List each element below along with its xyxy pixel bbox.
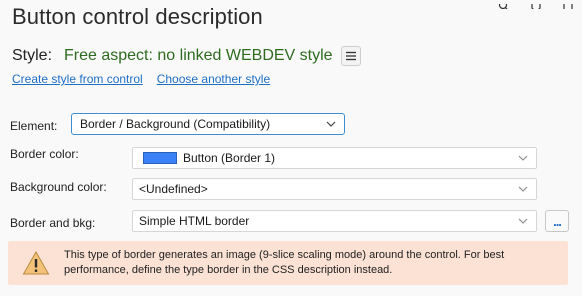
border-bkg-more-button[interactable]: ... [545, 210, 569, 232]
create-style-link[interactable]: Create style from control [12, 72, 143, 86]
warning-text: This type of border generates an image (… [64, 248, 504, 278]
chevron-down-icon [326, 121, 336, 127]
background-color-value: <Undefined> [139, 182, 208, 196]
title-bar-icons [498, 0, 574, 10]
chevron-down-icon [518, 186, 528, 192]
border-bkg-select[interactable]: Simple HTML border [132, 210, 537, 232]
element-label: Element: [10, 119, 58, 133]
search-icon[interactable] [498, 0, 510, 9]
style-row: Style: Free aspect: no linked WEBDEV sty… [12, 46, 361, 66]
element-select-value: Border / Background (Compatibility) [80, 117, 271, 131]
border-color-value: Button (Border 1) [183, 151, 276, 165]
warning-line-1: This type of border generates an image (… [64, 249, 505, 261]
style-label: Style: [12, 47, 53, 64]
page-icon[interactable] [562, 0, 574, 9]
style-links: Create style from control Choose another… [12, 72, 270, 86]
element-select[interactable]: Border / Background (Compatibility) [71, 113, 345, 135]
border-color-select[interactable]: Button (Border 1) [132, 147, 537, 169]
chevron-down-icon [518, 218, 528, 224]
background-color-label: Background color: [10, 180, 107, 194]
chevron-down-icon [518, 155, 528, 161]
warning-icon [22, 250, 50, 275]
menu-icon [345, 51, 356, 61]
border-bkg-value: Simple HTML border [139, 214, 250, 228]
pin-icon[interactable] [530, 0, 542, 9]
border-color-swatch [143, 152, 177, 164]
style-menu-button[interactable] [340, 46, 361, 66]
background-color-select[interactable]: <Undefined> [132, 178, 537, 200]
style-value: Free aspect: no linked WEBDEV style [64, 47, 333, 64]
border-color-label: Border color: [10, 147, 79, 161]
warning-line-2: performance, define the type border in t… [64, 264, 393, 276]
warning-banner: This type of border generates an image (… [8, 241, 568, 285]
window-title: Button control description [12, 4, 263, 29]
choose-style-link[interactable]: Choose another style [157, 72, 270, 86]
border-bkg-label: Border and bkg: [10, 216, 96, 230]
